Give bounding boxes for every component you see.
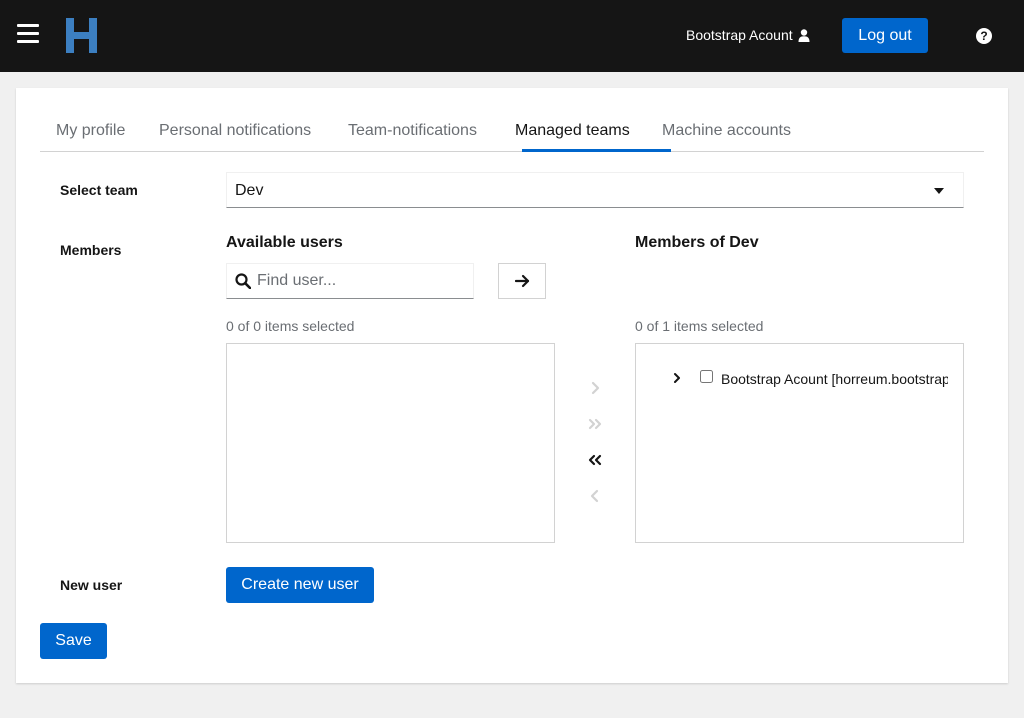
member-checkbox[interactable] (700, 370, 713, 383)
members-status: 0 of 1 items selected (635, 318, 764, 334)
team-select-value: Dev (235, 182, 264, 199)
find-user-input[interactable] (257, 270, 467, 292)
arrow-right-icon (515, 274, 530, 288)
account-menu[interactable]: Bootstrap Acount (686, 27, 810, 43)
tab-machine-accounts[interactable]: Machine accounts (646, 112, 807, 152)
new-user-label: New user (60, 577, 123, 593)
search-submit-button[interactable] (498, 263, 546, 299)
active-tab-indicator (522, 149, 671, 152)
angle-double-right-icon[interactable] (588, 417, 602, 431)
members-label: Members (60, 242, 122, 258)
select-team-label: Select team (60, 182, 138, 198)
search-icon (235, 273, 251, 289)
tab-bar: My profile Personal notifications Team-n… (40, 112, 984, 152)
user-icon (798, 28, 810, 42)
create-new-user-button[interactable]: Create new user (226, 567, 374, 603)
members-of-team-title: Members of Dev (635, 234, 759, 251)
hamburger-icon[interactable] (17, 24, 39, 44)
team-select[interactable]: Dev (226, 172, 964, 208)
angle-double-left-icon[interactable] (588, 453, 602, 467)
find-user-search (226, 263, 474, 299)
angle-right-icon[interactable] (588, 381, 602, 395)
member-name: Bootstrap Acount [horreum.bootstrap] (721, 371, 948, 387)
tab-managed-teams[interactable]: Managed teams (499, 112, 646, 152)
available-users-title: Available users (226, 234, 343, 251)
question-circle-icon[interactable]: ? (976, 28, 992, 44)
angle-left-icon[interactable] (588, 489, 602, 503)
members-list: Bootstrap Acount [horreum.bootstrap] (635, 343, 964, 543)
available-users-list[interactable] (226, 343, 555, 543)
list-item[interactable]: Bootstrap Acount [horreum.bootstrap] (636, 368, 963, 390)
horreum-logo[interactable] (64, 17, 100, 59)
logout-button[interactable]: Log out (842, 18, 928, 53)
tab-team-notifications[interactable]: Team-notifications (332, 112, 493, 152)
account-name: Bootstrap Acount (686, 27, 793, 43)
angle-right-icon[interactable] (672, 372, 682, 384)
available-status: 0 of 0 items selected (226, 318, 355, 334)
save-button[interactable]: Save (40, 623, 107, 659)
tab-personal-notifications[interactable]: Personal notifications (143, 112, 327, 152)
caret-down-icon (934, 188, 944, 194)
tab-my-profile[interactable]: My profile (40, 112, 141, 152)
masthead: Bootstrap Acount Log out ? (0, 0, 1024, 72)
managed-teams-card: My profile Personal notifications Team-n… (16, 88, 1008, 683)
